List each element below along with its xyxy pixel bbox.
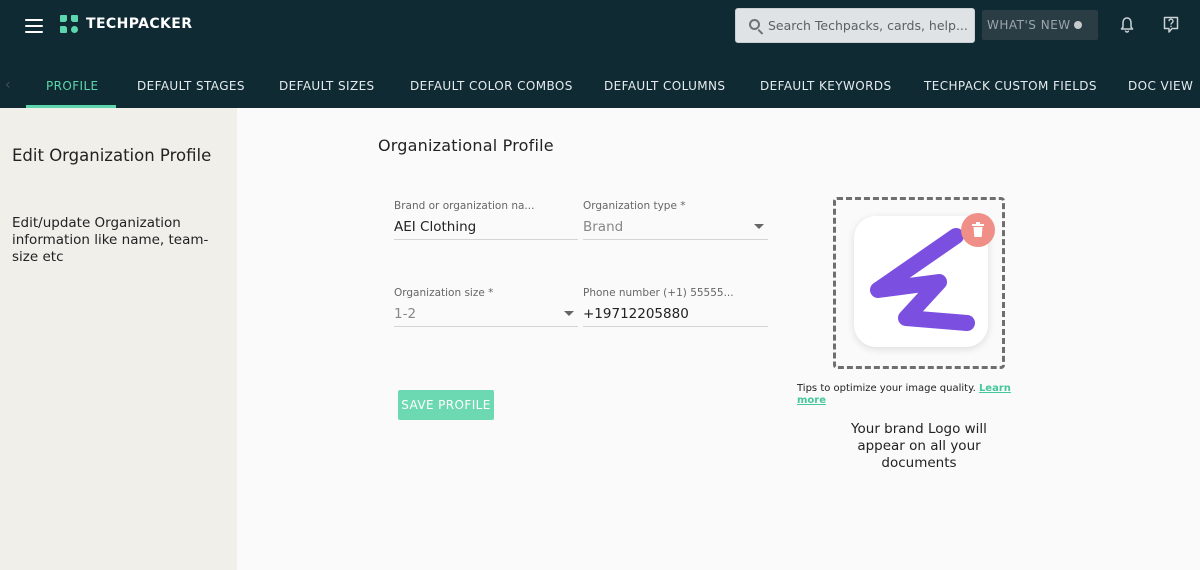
- org-name-value[interactable]: AEI Clothing: [394, 219, 476, 235]
- phone-value[interactable]: +19712205880: [583, 306, 689, 322]
- whats-new-button[interactable]: WHAT'S NEW: [982, 10, 1098, 40]
- phone-field[interactable]: Phone number (+1) 55555... +19712205880: [583, 287, 768, 327]
- techpacker-logo-icon: [60, 15, 78, 33]
- org-type-value[interactable]: Brand: [583, 219, 623, 235]
- org-type-select[interactable]: Organization type * Brand: [583, 200, 768, 240]
- search-box[interactable]: [735, 8, 975, 43]
- sidebar-title: Edit Organization Profile: [12, 146, 212, 165]
- tab-default-keywords[interactable]: DEFAULT KEYWORDS: [760, 79, 891, 93]
- tips-text: Tips to optimize your image quality.: [797, 383, 976, 394]
- save-profile-button[interactable]: SAVE PROFILE: [398, 390, 494, 420]
- search-input[interactable]: [768, 9, 968, 42]
- logo-upload-area[interactable]: [833, 197, 1005, 369]
- bell-icon[interactable]: [1120, 17, 1134, 33]
- tab-profile[interactable]: PROFILE: [46, 79, 99, 93]
- sidebar-description: Edit/update Organization information lik…: [12, 215, 209, 265]
- top-bar: TECHPACKER WHAT'S NEW: [0, 0, 1200, 51]
- tab-default-sizes[interactable]: DEFAULT SIZES: [279, 79, 375, 93]
- org-size-label: Organization size *: [394, 287, 494, 299]
- tab-techpack-custom-fields[interactable]: TECHPACK CUSTOM FIELDS: [924, 79, 1097, 93]
- menu-icon[interactable]: [25, 19, 43, 33]
- whats-new-label: WHAT'S NEW: [987, 18, 1071, 32]
- chevron-down-icon[interactable]: [564, 311, 574, 316]
- search-icon: [749, 19, 760, 30]
- delete-logo-button[interactable]: [961, 213, 995, 247]
- page-title: Organizational Profile: [378, 136, 554, 155]
- image-tips: Tips to optimize your image quality. Lea…: [797, 383, 1027, 407]
- chevron-down-icon[interactable]: [754, 224, 764, 229]
- help-icon[interactable]: [1163, 16, 1179, 34]
- phone-label: Phone number (+1) 55555...: [583, 287, 734, 299]
- sidebar: Edit Organization Profile Edit/update Or…: [0, 108, 237, 570]
- org-type-label: Organization type *: [583, 200, 686, 212]
- brand-name[interactable]: TECHPACKER: [86, 16, 192, 32]
- org-name-field[interactable]: Brand or organization na... AEI Clothing: [394, 200, 578, 240]
- org-size-value[interactable]: 1-2: [394, 306, 416, 322]
- settings-tab-bar: ‹ PROFILE DEFAULT STAGES DEFAULT SIZES D…: [0, 51, 1200, 108]
- logo-note: Your brand Logo will appear on all your …: [851, 421, 987, 471]
- tab-doc-view[interactable]: DOC VIEW: [1128, 79, 1193, 93]
- tab-default-stages[interactable]: DEFAULT STAGES: [137, 79, 245, 93]
- org-name-label: Brand or organization na...: [394, 200, 535, 212]
- notification-dot-icon: [1074, 21, 1082, 29]
- chevron-left-icon[interactable]: ‹: [5, 77, 11, 93]
- org-size-select[interactable]: Organization size * 1-2: [394, 287, 578, 327]
- tab-default-columns[interactable]: DEFAULT COLUMNS: [604, 79, 725, 93]
- tab-default-color-combos[interactable]: DEFAULT COLOR COMBOS: [410, 79, 573, 93]
- trash-icon: [972, 222, 984, 237]
